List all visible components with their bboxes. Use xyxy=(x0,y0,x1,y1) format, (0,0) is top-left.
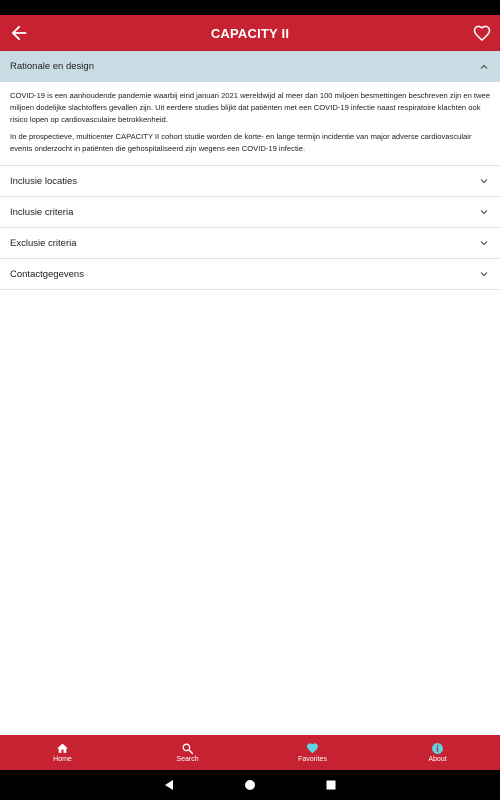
home-circle-icon[interactable] xyxy=(244,779,256,791)
chevron-down-icon xyxy=(480,272,488,277)
nav-favorites[interactable]: Favorites xyxy=(250,735,375,770)
app-bar: CAPACITY II xyxy=(0,15,500,51)
nav-label: Search xyxy=(176,756,199,763)
accordion-label: Inclusie criteria xyxy=(10,206,74,218)
nav-home[interactable]: Home xyxy=(0,735,125,770)
accordion-label: Contactgegevens xyxy=(10,268,84,280)
chevron-up-icon xyxy=(480,64,488,69)
status-bar xyxy=(0,0,500,15)
nav-about[interactable]: About xyxy=(375,735,500,770)
accordion-header-exclusie-criteria[interactable]: Exclusie criteria xyxy=(0,228,500,259)
accordion-label: Exclusie criteria xyxy=(10,237,77,249)
rationale-paragraph-1: COVID-19 is een aanhoudende pandemie waa… xyxy=(10,91,490,124)
accordion-label: Rationale en design xyxy=(10,61,94,72)
nav-label: About xyxy=(428,756,447,763)
accordion-list: Rationale en design COVID-19 is een aanh… xyxy=(0,51,500,290)
nav-search[interactable]: Search xyxy=(125,735,250,770)
heart-icon xyxy=(307,743,318,754)
chevron-down-icon xyxy=(480,210,488,215)
page-title: CAPACITY II xyxy=(210,25,290,41)
heart-outline-icon[interactable] xyxy=(472,23,492,43)
nav-label: Favorites xyxy=(298,756,327,763)
arrow-left-icon[interactable] xyxy=(8,22,30,44)
accordion-label: Inclusie locaties xyxy=(10,175,78,187)
chevron-down-icon xyxy=(480,179,488,184)
system-navigation-bar xyxy=(0,770,500,800)
accordion-header-contactgegevens[interactable]: Contactgegevens xyxy=(0,259,500,290)
bottom-navigation: Home Search Favorites About xyxy=(0,735,500,770)
recents-square-icon[interactable] xyxy=(325,779,337,791)
rationale-paragraph-2: In de prospectieve, multicenter CAPACITY… xyxy=(10,132,472,153)
accordion-header-inclusie-locaties[interactable]: Inclusie locaties xyxy=(0,166,500,197)
back-triangle-icon[interactable] xyxy=(163,779,175,791)
accordion-header-rationale[interactable]: Rationale en design xyxy=(0,51,500,82)
chevron-down-icon xyxy=(480,241,488,246)
accordion-header-inclusie-criteria[interactable]: Inclusie criteria xyxy=(0,197,500,228)
search-icon xyxy=(182,743,194,755)
accordion-body-rationale: COVID-19 is een aanhoudende pandemie waa… xyxy=(0,82,500,166)
info-icon xyxy=(432,743,443,754)
nav-label: Home xyxy=(53,756,72,763)
home-icon xyxy=(57,743,68,753)
